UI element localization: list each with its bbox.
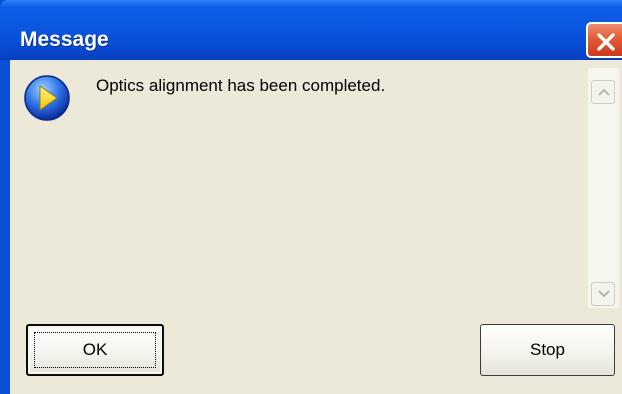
message-dialog: Message Optics alignment has been comple… (0, 0, 622, 394)
ok-button-label: OK (82, 340, 108, 359)
scroll-up-button[interactable] (591, 80, 615, 104)
vertical-scrollbar[interactable] (588, 68, 619, 308)
play-arrow-icon (24, 75, 70, 121)
close-icon (597, 33, 615, 51)
close-button[interactable] (586, 22, 622, 58)
stop-button[interactable]: Stop (480, 324, 615, 376)
window-title: Message (20, 28, 109, 51)
scroll-down-button[interactable] (591, 282, 615, 306)
message-text: Optics alignment has been completed. (96, 76, 386, 95)
chevron-down-icon (598, 290, 610, 298)
ok-button[interactable]: OK (26, 324, 164, 376)
stop-button-label: Stop (530, 340, 565, 359)
title-bar[interactable]: Message (0, 0, 622, 60)
chevron-up-icon (598, 88, 610, 96)
dialog-body: Optics alignment has been completed. OK … (10, 60, 622, 394)
